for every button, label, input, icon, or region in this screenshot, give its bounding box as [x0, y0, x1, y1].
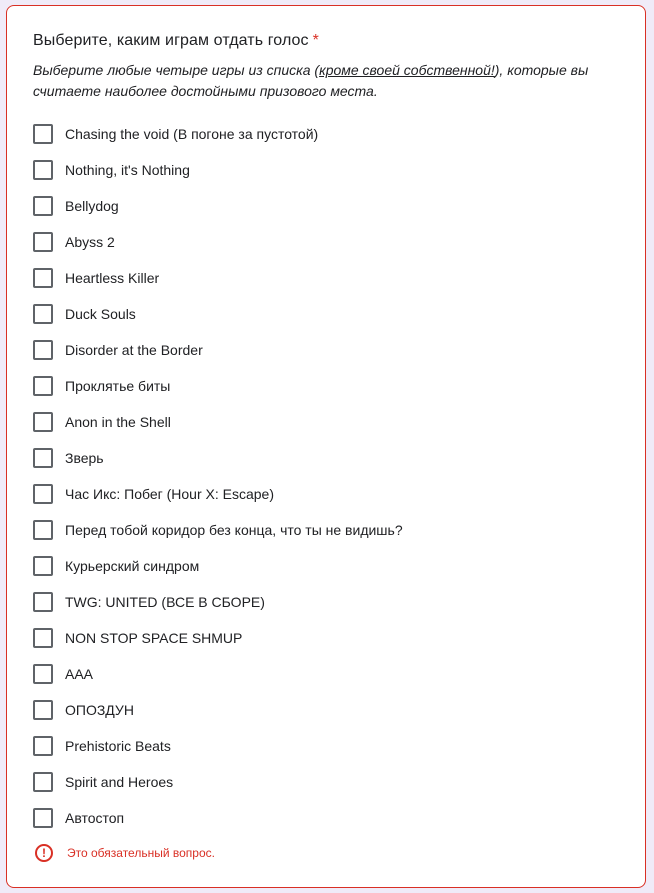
option-item[interactable]: Nothing, it's Nothing [33, 152, 403, 188]
checkbox[interactable] [33, 592, 53, 612]
option-label: NON STOP SPACE SHMUP [65, 630, 243, 646]
option-label: Spirit and Heroes [65, 774, 174, 790]
description-underlined: кроме своей собственной! [319, 62, 495, 78]
checkbox[interactable] [33, 628, 53, 648]
option-label: Bellydog [65, 198, 119, 214]
option-item[interactable]: Disorder at the Border [33, 332, 403, 368]
option-item[interactable]: Prehistoric Beats [33, 728, 403, 764]
checkbox[interactable] [33, 484, 53, 504]
checkbox[interactable] [33, 772, 53, 792]
checkbox[interactable] [33, 160, 53, 180]
option-label: Prehistoric Beats [65, 738, 171, 754]
option-item[interactable]: Anon in the Shell [33, 404, 403, 440]
option-item[interactable]: Abyss 2 [33, 224, 403, 260]
option-item[interactable]: Час Икс: Побег (Hour X: Escape) [33, 476, 403, 512]
checkbox[interactable] [33, 736, 53, 756]
error-icon: ! [35, 844, 53, 862]
error-message: Это обязательный вопрос. [67, 846, 215, 860]
checkbox[interactable] [33, 304, 53, 324]
option-item[interactable]: Курьерский синдром [33, 548, 403, 584]
option-label: Anon in the Shell [65, 414, 171, 430]
checkbox[interactable] [33, 412, 53, 432]
options-list: Chasing the void (В погоне за пустотой) … [33, 116, 403, 836]
option-item[interactable]: Duck Souls [33, 296, 403, 332]
option-label: Проклятье биты [65, 378, 171, 394]
option-item[interactable]: Spirit and Heroes [33, 764, 403, 800]
option-label: Nothing, it's Nothing [65, 162, 190, 178]
option-label: ААА [65, 666, 94, 682]
option-item[interactable]: TWG: UNITED (ВСЕ В СБОРЕ) [33, 584, 403, 620]
description-before: Выберите любые четыре игры из списка ( [33, 62, 320, 78]
checkbox[interactable] [33, 556, 53, 576]
checkbox[interactable] [33, 700, 53, 720]
checkbox[interactable] [33, 268, 53, 288]
option-label: Heartless Killer [65, 270, 160, 286]
option-item[interactable]: Heartless Killer [33, 260, 403, 296]
option-label: Час Икс: Побег (Hour X: Escape) [65, 486, 274, 502]
checkbox[interactable] [33, 196, 53, 216]
option-item[interactable]: NON STOP SPACE SHMUP [33, 620, 403, 656]
checkbox[interactable] [33, 808, 53, 828]
option-item[interactable]: Bellydog [33, 188, 403, 224]
question-title: Выберите, каким играм отдать голос * [33, 32, 319, 50]
checkbox[interactable] [33, 340, 53, 360]
checkbox[interactable] [33, 376, 53, 396]
option-label: Перед тобой коридор без конца, что ты не… [65, 522, 403, 538]
question-description: Выберите любые четыре игры из списка (кр… [33, 60, 623, 102]
option-item[interactable]: Автостоп [33, 800, 403, 836]
option-item[interactable]: ОПОЗДУН [33, 692, 403, 728]
option-label: Abyss 2 [65, 234, 115, 250]
checkbox[interactable] [33, 124, 53, 144]
required-asterisk: * [312, 32, 319, 49]
option-item[interactable]: ААА [33, 656, 403, 692]
option-item[interactable]: Chasing the void (В погоне за пустотой) [33, 116, 403, 152]
option-label: Зверь [65, 450, 104, 466]
option-label: Duck Souls [65, 306, 136, 322]
option-item[interactable]: Зверь [33, 440, 403, 476]
checkbox[interactable] [33, 448, 53, 468]
validation-error: ! Это обязательный вопрос. [35, 844, 215, 862]
checkbox[interactable] [33, 232, 53, 252]
option-item[interactable]: Проклятье биты [33, 368, 403, 404]
option-label: Автостоп [65, 810, 125, 826]
question-title-text: Выберите, каким играм отдать голос [33, 32, 309, 49]
question-card: Выберите, каким играм отдать голос * Выбе… [6, 5, 646, 888]
option-label: ОПОЗДУН [65, 702, 134, 718]
option-label: Курьерский синдром [65, 558, 200, 574]
option-item[interactable]: Перед тобой коридор без конца, что ты не… [33, 512, 403, 548]
checkbox[interactable] [33, 664, 53, 684]
option-label: TWG: UNITED (ВСЕ В СБОРЕ) [65, 594, 265, 610]
option-label: Chasing the void (В погоне за пустотой) [65, 126, 319, 142]
checkbox[interactable] [33, 520, 53, 540]
option-label: Disorder at the Border [65, 342, 203, 358]
